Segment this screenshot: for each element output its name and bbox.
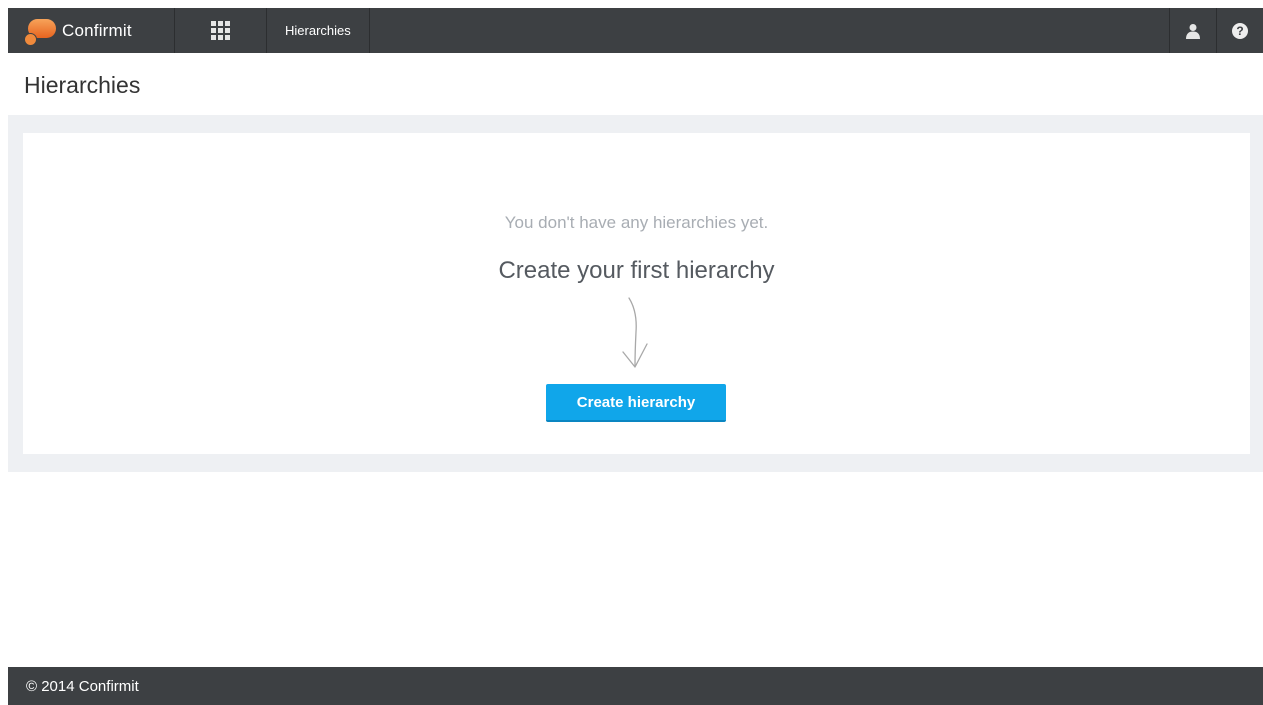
user-menu-button[interactable] xyxy=(1169,8,1216,53)
user-icon xyxy=(1186,23,1200,39)
grid-icon xyxy=(211,21,230,40)
tab-hierarchies[interactable]: Hierarchies xyxy=(267,8,370,53)
empty-state-card: You don't have any hierarchies yet. Crea… xyxy=(23,133,1250,454)
apps-menu-button[interactable] xyxy=(175,8,267,53)
brand-name: Confirmit xyxy=(62,20,132,40)
app-page: Confirmit Hierarchies ? Hierarchies You … xyxy=(0,0,1263,705)
help-icon: ? xyxy=(1232,22,1248,39)
empty-state-message: You don't have any hierarchies yet. xyxy=(504,213,769,232)
copyright-text: © 2014 Confirmit xyxy=(26,677,139,695)
brand-logo[interactable]: Confirmit xyxy=(8,8,175,53)
hand-drawn-arrow-down-icon xyxy=(622,297,648,368)
create-hierarchy-button[interactable]: Create hierarchy xyxy=(546,384,726,422)
top-navigation-bar: Confirmit Hierarchies ? xyxy=(8,8,1263,53)
footer: © 2014 Confirmit xyxy=(8,667,1263,705)
help-button[interactable]: ? xyxy=(1216,8,1263,53)
empty-state-heading: Create your first hierarchy xyxy=(498,257,775,284)
content-panel: You don't have any hierarchies yet. Crea… xyxy=(8,115,1263,472)
confirmit-logo-icon xyxy=(24,18,56,46)
page-title: Hierarchies xyxy=(24,72,141,98)
